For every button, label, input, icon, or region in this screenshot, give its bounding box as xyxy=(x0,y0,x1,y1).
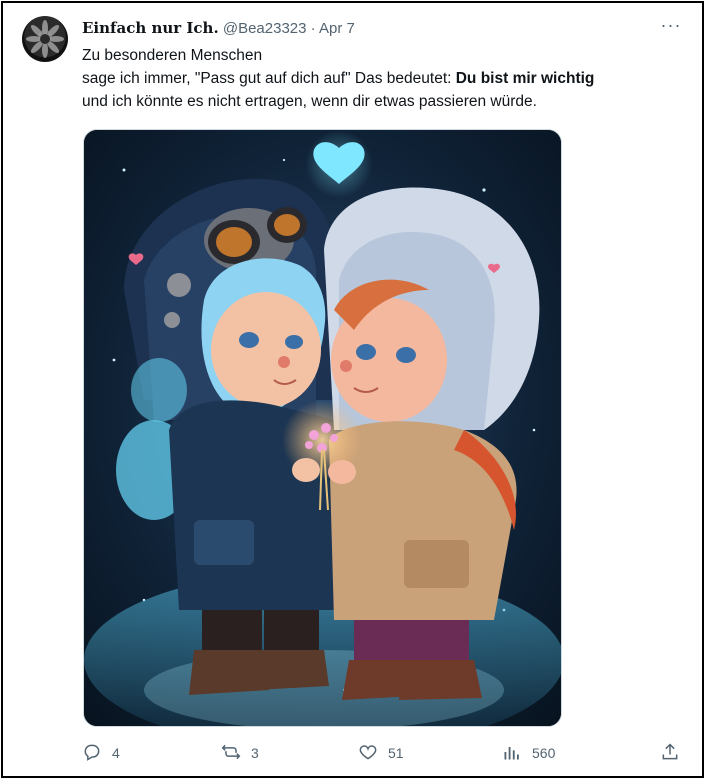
tweet-actions: 4 3 51 560 xyxy=(82,736,682,770)
tweet-text-line-2: sage ich immer, "Pass gut auf dich auf" … xyxy=(82,67,682,90)
like-button[interactable]: 51 xyxy=(358,736,404,770)
separator: · xyxy=(310,20,316,37)
views-count: 560 xyxy=(532,745,556,761)
more-options-icon[interactable]: ··· xyxy=(660,16,682,36)
tweet-header: Einfach nur Ich. @Bea23323 · Apr 7 xyxy=(82,18,355,39)
views-button[interactable]: 560 xyxy=(502,736,555,770)
share-icon xyxy=(660,742,680,765)
speech-bubble-icon xyxy=(82,742,102,765)
retweet-count: 3 xyxy=(251,745,259,761)
illustration-two-kids-hugging xyxy=(84,130,561,726)
tweet-text: Zu besonderen Menschen sage ich immer, "… xyxy=(82,44,682,113)
retweet-button[interactable]: 3 xyxy=(221,736,259,770)
avatar[interactable] xyxy=(22,16,68,62)
bar-chart-icon xyxy=(502,742,522,765)
reply-button[interactable]: 4 xyxy=(82,736,120,770)
tweet-date[interactable]: Apr 7 xyxy=(319,20,355,37)
tweet-image[interactable] xyxy=(83,129,562,727)
tweet-text-line-3: und ich könnte es nicht ertragen, wenn d… xyxy=(82,93,537,110)
tweet-text-emphasis: Du bist mir wichtig xyxy=(455,70,595,87)
share-button[interactable] xyxy=(660,736,680,770)
tweet-text-line-1: Zu besonderen Menschen xyxy=(82,47,263,64)
user-handle[interactable]: @Bea23323 xyxy=(223,20,307,37)
retweet-icon xyxy=(221,742,241,765)
heart-icon xyxy=(358,742,378,765)
reply-count: 4 xyxy=(112,745,120,761)
like-count: 51 xyxy=(388,745,404,761)
display-name[interactable]: Einfach nur Ich. xyxy=(82,19,219,37)
tweet-text-line-2-start: sage ich immer, "Pass gut auf dich auf" … xyxy=(82,70,456,87)
